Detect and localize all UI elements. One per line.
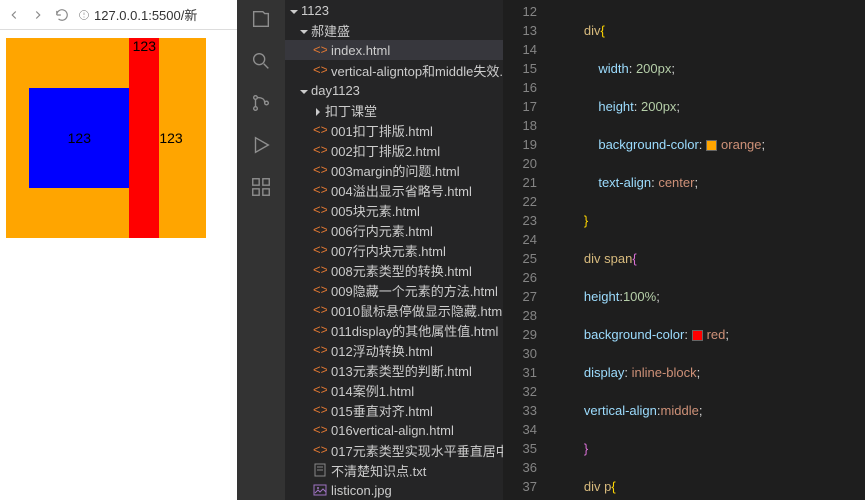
html-icon: <>: [313, 443, 327, 457]
folder-haojiangsheng[interactable]: 郝建盛: [285, 20, 503, 40]
image-icon: [313, 483, 327, 497]
file-item[interactable]: <>017元素类型实现水平垂直居中...: [285, 440, 503, 460]
svg-text:<>: <>: [313, 203, 327, 217]
file-item[interactable]: <>011display的其他属性值.html: [285, 320, 503, 340]
html-icon: <>: [313, 303, 327, 317]
page-preview: 123123123: [0, 30, 237, 246]
html-icon: <>: [313, 163, 327, 177]
html-icon: <>: [313, 423, 327, 437]
html-icon: <>: [313, 63, 327, 77]
back-icon[interactable]: [6, 7, 22, 23]
code-editor[interactable]: 1213141516171819202122232425262728293031…: [503, 0, 865, 500]
file-item[interactable]: <>005块元素.html: [285, 200, 503, 220]
file-item[interactable]: <>0010鼠标悬停做显示隐藏.html: [285, 300, 503, 320]
svg-text:<>: <>: [313, 283, 327, 297]
file-vertical-align[interactable]: <>vertical-aligntop和middle失效...: [285, 60, 503, 80]
color-swatch-orange: [706, 140, 717, 151]
file-txt[interactable]: 不清楚知识点.txt: [285, 460, 503, 480]
file-explorer: 1123 郝建盛 <>index.html <>vertical-alignto…: [285, 0, 503, 500]
extensions-icon[interactable]: [250, 176, 272, 198]
html-icon: <>: [313, 323, 327, 337]
html-icon: <>: [313, 143, 327, 157]
file-item[interactable]: <>009隐藏一个元素的方法.html: [285, 280, 503, 300]
html-icon: <>: [313, 343, 327, 357]
file-item[interactable]: <>012浮动转换.html: [285, 340, 503, 360]
reload-icon[interactable]: [54, 7, 70, 23]
address-bar[interactable]: 127.0.0.1:5500/新: [78, 5, 197, 24]
file-item[interactable]: <>013元素类型的判断.html: [285, 360, 503, 380]
preview-span: 123: [129, 38, 159, 238]
activity-bar: [237, 0, 285, 500]
svg-text:<>: <>: [313, 143, 327, 157]
html-icon: <>: [313, 183, 327, 197]
line-gutter: 1213141516171819202122232425262728293031…: [503, 0, 555, 500]
svg-text:<>: <>: [313, 383, 327, 397]
html-icon: <>: [313, 283, 327, 297]
html-icon: <>: [313, 403, 327, 417]
file-item[interactable]: <>003margin的问题.html: [285, 160, 503, 180]
folder-1123[interactable]: 1123: [285, 0, 503, 20]
source-control-icon[interactable]: [250, 92, 272, 114]
color-swatch-red: [692, 330, 703, 341]
html-icon: <>: [313, 243, 327, 257]
preview-p: 123: [29, 88, 129, 188]
file-item[interactable]: <>007行内块元素.html: [285, 240, 503, 260]
svg-text:<>: <>: [313, 223, 327, 237]
search-icon[interactable]: [250, 50, 272, 72]
svg-text:<>: <>: [313, 243, 327, 257]
file-item[interactable]: <>002扣丁排版2.html: [285, 140, 503, 160]
svg-text:<>: <>: [313, 423, 327, 437]
debug-icon[interactable]: [250, 134, 272, 156]
file-index[interactable]: <>index.html: [285, 40, 503, 60]
svg-text:<>: <>: [313, 63, 327, 77]
file-image[interactable]: listicon.jpg: [285, 480, 503, 500]
html-icon: <>: [313, 203, 327, 217]
browser-toolbar: 127.0.0.1:5500/新: [0, 0, 237, 30]
chevron-down-icon: [299, 25, 309, 35]
svg-text:<>: <>: [313, 343, 327, 357]
svg-text:<>: <>: [313, 163, 327, 177]
file-item[interactable]: <>008元素类型的转换.html: [285, 260, 503, 280]
svg-text:<>: <>: [313, 443, 327, 457]
explorer-icon[interactable]: [250, 8, 272, 30]
preview-text: 123: [159, 130, 182, 146]
file-item[interactable]: <>014案例1.html: [285, 380, 503, 400]
chevron-right-icon: [313, 105, 323, 115]
file-item[interactable]: <>001扣丁排版.html: [285, 120, 503, 140]
html-icon: <>: [313, 43, 327, 57]
file-item[interactable]: <>016vertical-align.html: [285, 420, 503, 440]
folder-day1123[interactable]: day1123: [285, 80, 503, 100]
file-item[interactable]: <>004溢出显示省略号.html: [285, 180, 503, 200]
chevron-down-icon: [289, 5, 299, 15]
html-icon: <>: [313, 223, 327, 237]
code-content[interactable]: div{ width: 200px; height: 200px; backgr…: [555, 0, 865, 500]
svg-text:<>: <>: [313, 403, 327, 417]
svg-text:<>: <>: [313, 263, 327, 277]
svg-text:<>: <>: [313, 323, 327, 337]
svg-text:<>: <>: [313, 183, 327, 197]
svg-text:<>: <>: [313, 303, 327, 317]
text-icon: [313, 463, 327, 477]
svg-text:<>: <>: [313, 43, 327, 57]
url-text: 127.0.0.1:5500/新: [94, 5, 197, 24]
browser-pane: 127.0.0.1:5500/新 123123123: [0, 0, 237, 500]
html-icon: <>: [313, 123, 327, 137]
file-item[interactable]: <>015垂直对齐.html: [285, 400, 503, 420]
html-icon: <>: [313, 263, 327, 277]
preview-div: 123123123: [6, 38, 206, 238]
folder-kouding[interactable]: 扣丁课堂: [285, 100, 503, 120]
svg-text:<>: <>: [313, 363, 327, 377]
chevron-down-icon: [299, 85, 309, 95]
html-icon: <>: [313, 363, 327, 377]
forward-icon[interactable]: [30, 7, 46, 23]
html-icon: <>: [313, 383, 327, 397]
svg-text:<>: <>: [313, 123, 327, 137]
file-item[interactable]: <>006行内元素.html: [285, 220, 503, 240]
